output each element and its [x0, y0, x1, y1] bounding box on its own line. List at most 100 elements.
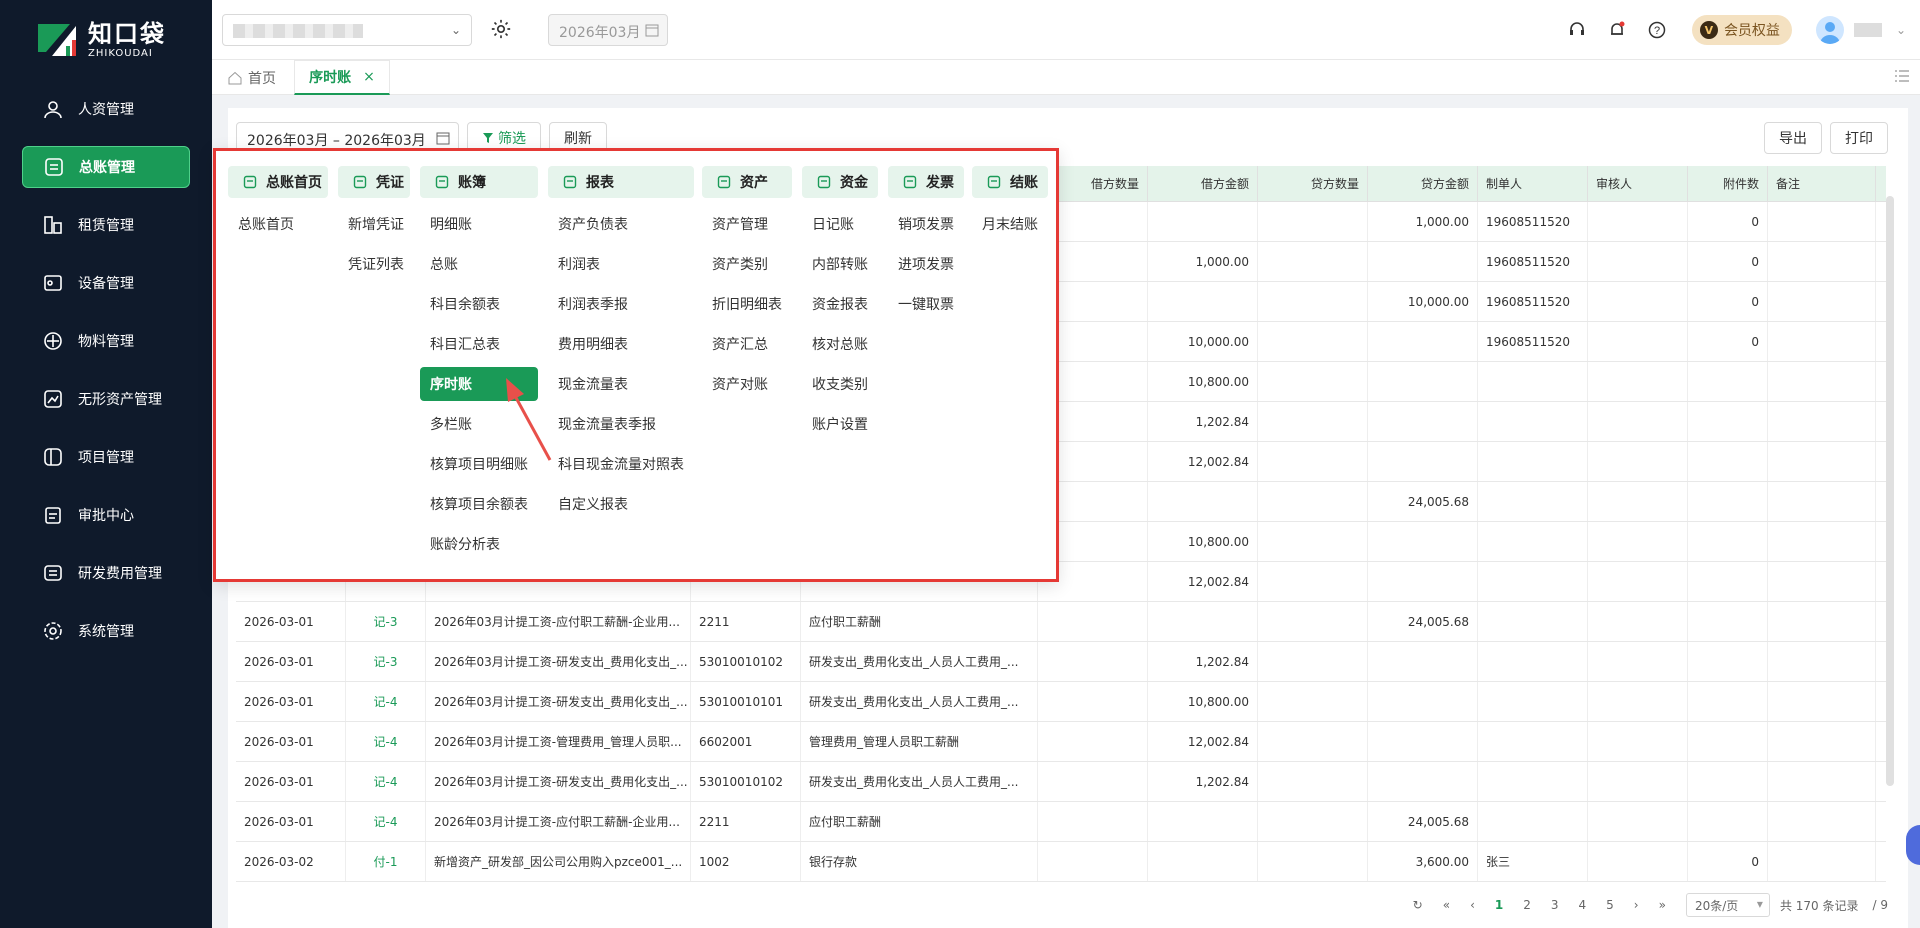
menu-item[interactable]: 进项发票: [888, 244, 964, 284]
menu-item[interactable]: 账龄分析表: [420, 524, 538, 564]
menu-section-header[interactable]: 报表: [548, 166, 694, 198]
menu-item[interactable]: 一键取票: [888, 284, 964, 324]
vertical-scrollbar[interactable]: [1886, 196, 1894, 786]
table-row[interactable]: 2026-03-01 记-4 2026年03月计提工资-研发支出_费用化支出_...…: [236, 762, 1886, 802]
menu-item[interactable]: 科目余额表: [420, 284, 538, 324]
sidebar-item-9[interactable]: 系统管理: [22, 610, 190, 652]
menu-item[interactable]: 自定义报表: [548, 484, 694, 524]
page-number[interactable]: 4: [1579, 898, 1587, 912]
menu-section-header[interactable]: 资金: [802, 166, 878, 198]
sidebar-item-6[interactable]: 项目管理: [22, 436, 190, 478]
voucher-link[interactable]: 记-4: [346, 762, 426, 801]
avatar[interactable]: [1815, 16, 1844, 44]
refresh-icon[interactable]: ↻: [1413, 898, 1423, 912]
help-icon[interactable]: ?: [1646, 19, 1668, 41]
sidebar-item-8[interactable]: 研发费用管理: [22, 552, 190, 594]
next-page-icon[interactable]: ›: [1634, 898, 1639, 912]
last-page-icon[interactable]: »: [1659, 898, 1666, 912]
column-header[interactable]: 审核人: [1588, 166, 1688, 201]
menu-item[interactable]: 现金流量表: [548, 364, 694, 404]
sidebar-item-2[interactable]: 租赁管理: [22, 204, 190, 246]
tab-journal[interactable]: 序时账 ×: [294, 60, 390, 95]
menu-item[interactable]: 资产汇总: [702, 324, 792, 364]
menu-item[interactable]: 资产管理: [702, 204, 792, 244]
column-header[interactable]: 附件数: [1688, 166, 1768, 201]
menu-section-header[interactable]: 结账: [972, 166, 1048, 198]
voucher-link[interactable]: 记-4: [346, 802, 426, 841]
menu-item[interactable]: 新增凭证: [338, 204, 410, 244]
menu-section-header[interactable]: 凭证: [338, 166, 410, 198]
page-number[interactable]: 1: [1495, 898, 1503, 912]
chat-icon[interactable]: [1906, 825, 1920, 865]
menu-item[interactable]: 资产对账: [702, 364, 792, 404]
menu-item[interactable]: 收支类别: [802, 364, 878, 404]
prev-page-icon[interactable]: ‹: [1470, 898, 1475, 912]
headset-icon[interactable]: [1566, 19, 1588, 41]
voucher-link[interactable]: 记-3: [346, 602, 426, 641]
column-header[interactable]: 贷方金额: [1368, 166, 1478, 201]
table-row[interactable]: 2026-03-01 记-4 2026年03月计提工资-管理费用_管理人员职... 6…: [236, 722, 1886, 762]
menu-item[interactable]: 月末结账: [972, 204, 1048, 244]
menu-section-header[interactable]: 账簿: [420, 166, 538, 198]
menu-section-header[interactable]: 发票: [888, 166, 964, 198]
table-row[interactable]: 2026-03-02 付-1 新增资产_研发部_因公司公用购入pzce001_...…: [236, 842, 1886, 882]
print-button[interactable]: 打印: [1830, 122, 1888, 154]
voucher-link[interactable]: 记-4: [346, 682, 426, 721]
sidebar-item-1[interactable]: 总账管理: [22, 146, 190, 188]
menu-section-header[interactable]: 总账首页: [228, 166, 328, 198]
sidebar-item-5[interactable]: 无形资产管理: [22, 378, 190, 420]
table-row[interactable]: 2026-03-01 记-4 2026年03月计提工资-应付职工薪酬-企业用... 2…: [236, 802, 1886, 842]
menu-item[interactable]: 现金流量表季报: [548, 404, 694, 444]
menu-item[interactable]: 利润表季报: [548, 284, 694, 324]
first-page-icon[interactable]: «: [1443, 898, 1450, 912]
menu-item[interactable]: 账户设置: [802, 404, 878, 444]
menu-item[interactable]: 总账首页: [228, 204, 328, 244]
menu-item[interactable]: 费用明细表: [548, 324, 694, 364]
menu-item[interactable]: 日记账: [802, 204, 878, 244]
tab-home[interactable]: 首页: [228, 60, 276, 95]
bell-icon[interactable]: [1606, 19, 1628, 41]
sidebar-item-4[interactable]: 物料管理: [22, 320, 190, 362]
sidebar-item-7[interactable]: 审批中心: [22, 494, 190, 536]
export-button[interactable]: 导出: [1764, 122, 1822, 154]
user-name-redacted[interactable]: [1853, 23, 1882, 37]
menu-item[interactable]: 总账: [420, 244, 538, 284]
sidebar-item-0[interactable]: 人资管理: [22, 88, 190, 130]
table-row[interactable]: 2026-03-01 记-3 2026年03月计提工资-研发支出_费用化支出_...…: [236, 642, 1886, 682]
menu-item[interactable]: 科目现金流量对照表: [548, 444, 694, 484]
page-number[interactable]: 3: [1551, 898, 1559, 912]
vip-benefits-button[interactable]: V 会员权益: [1691, 15, 1792, 45]
column-header[interactable]: 备注: [1768, 166, 1876, 201]
chevron-down-icon[interactable]: ⌄: [1896, 23, 1906, 37]
menu-item[interactable]: 核算项目余额表: [420, 484, 538, 524]
voucher-link[interactable]: 记-3: [346, 642, 426, 681]
menu-item[interactable]: 凭证列表: [338, 244, 410, 284]
table-row[interactable]: 2026-03-01 记-3 2026年03月计提工资-应付职工薪酬-企业用... 2…: [236, 602, 1886, 642]
column-header[interactable]: 贷方数量: [1258, 166, 1368, 201]
menu-item[interactable]: 核对总账: [802, 324, 878, 364]
menu-item[interactable]: 销项发票: [888, 204, 964, 244]
table-row[interactable]: 2026-03-01 记-4 2026年03月计提工资-研发支出_费用化支出_...…: [236, 682, 1886, 722]
menu-item[interactable]: 内部转账: [802, 244, 878, 284]
close-icon[interactable]: ×: [363, 69, 375, 85]
column-header[interactable]: 制单人: [1478, 166, 1588, 201]
menu-item[interactable]: 资金报表: [802, 284, 878, 324]
page-number[interactable]: 5: [1606, 898, 1614, 912]
menu-section-header[interactable]: 资产: [702, 166, 792, 198]
gear-icon[interactable]: [490, 18, 512, 44]
page-number[interactable]: 2: [1523, 898, 1531, 912]
menu-item[interactable]: 资产类别: [702, 244, 792, 284]
voucher-link[interactable]: 付-1: [346, 842, 426, 881]
menu-item[interactable]: 明细账: [420, 204, 538, 244]
menu-item[interactable]: 折旧明细表: [702, 284, 792, 324]
sidebar-item-3[interactable]: 设备管理: [22, 262, 190, 304]
menu-item[interactable]: 科目汇总表: [420, 324, 538, 364]
menu-item[interactable]: 资产负债表: [548, 204, 694, 244]
voucher-link[interactable]: 记-4: [346, 722, 426, 761]
table-cell: [1368, 362, 1478, 401]
menu-item[interactable]: 利润表: [548, 244, 694, 284]
company-select[interactable]: ⌄: [222, 14, 472, 46]
page-size-select[interactable]: 20条/页 ▾: [1685, 893, 1770, 917]
column-header[interactable]: 借方金额: [1148, 166, 1258, 201]
list-icon[interactable]: [1894, 68, 1910, 88]
